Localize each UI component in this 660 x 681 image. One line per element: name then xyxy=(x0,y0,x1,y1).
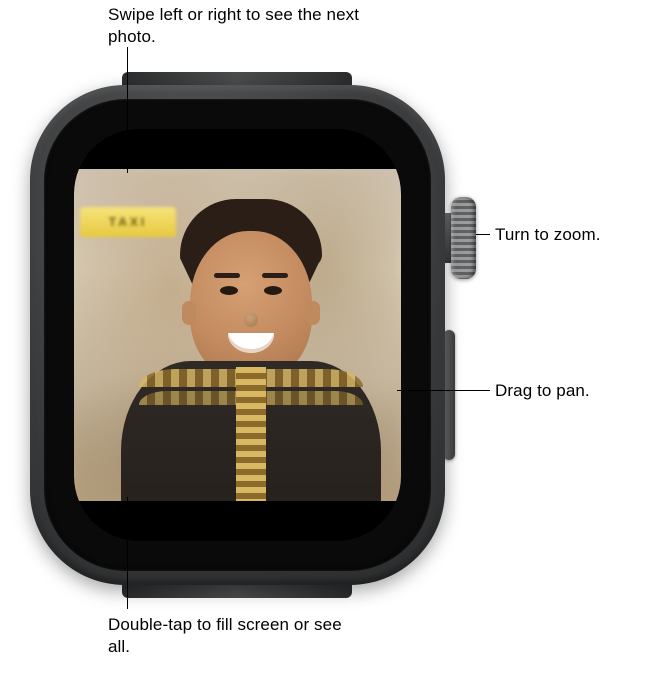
watch-bezel: TAXI xyxy=(44,99,431,571)
leader-pan xyxy=(397,390,490,391)
watch-case: TAXI xyxy=(30,85,445,585)
callout-swipe: Swipe left or right to see the next phot… xyxy=(108,4,368,49)
callout-doubletap: Double-tap to fill screen or see all. xyxy=(108,614,368,659)
callout-pan: Drag to pan. xyxy=(495,380,655,402)
leader-crown xyxy=(476,234,490,235)
callout-crown: Turn to zoom. xyxy=(495,224,655,246)
leader-swipe xyxy=(127,47,128,173)
photo-viewer[interactable]: TAXI xyxy=(74,169,401,501)
watch-photos-diagram: TAXI xyxy=(0,0,660,681)
leader-doubletap xyxy=(127,497,128,609)
digital-crown[interactable] xyxy=(451,197,476,279)
photo-subject xyxy=(121,221,381,501)
watch-screen[interactable]: TAXI xyxy=(74,129,401,541)
